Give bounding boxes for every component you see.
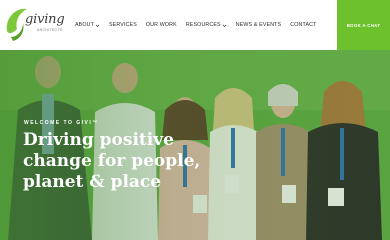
nav-item-label: OUR WORK <box>145 22 177 28</box>
site-header: giving ARCHITECTS ABOUT SERVICES OUR WOR… <box>0 0 390 50</box>
hero-section: WELCOME TO GIVI™ Driving positive change… <box>0 50 390 240</box>
brand-tagline: ARCHITECTS <box>37 28 63 32</box>
hero-eyebrow: WELCOME TO GIVI™ <box>24 120 99 126</box>
nav-item-label: NEWS & EVENTS <box>235 22 282 28</box>
hero-headline: Driving positive change for people, plan… <box>23 130 201 192</box>
nav-item-contact[interactable]: CONTACT <box>290 22 316 28</box>
book-a-chat-button[interactable]: BOOK A CHAT <box>337 0 390 50</box>
nav-item-label: ABOUT <box>75 22 94 28</box>
main-navigation: ABOUT SERVICES OUR WORK RESOURCES NEWS &… <box>75 0 317 50</box>
nav-item-services[interactable]: SERVICES <box>109 22 137 28</box>
nav-item-news-events[interactable]: NEWS & EVENTS <box>236 22 282 28</box>
chevron-down-icon <box>95 24 100 27</box>
nav-item-resources[interactable]: RESOURCES <box>186 22 227 28</box>
nav-item-our-work[interactable]: OUR WORK <box>146 22 177 28</box>
brand-name: giving <box>25 12 65 27</box>
brand-logo[interactable]: giving ARCHITECTS <box>3 3 67 45</box>
nav-item-about[interactable]: ABOUT <box>75 22 100 28</box>
chevron-down-icon <box>222 24 226 27</box>
nav-item-label: RESOURCES <box>185 22 221 28</box>
nav-item-label: CONTACT <box>290 22 317 28</box>
nav-item-label: SERVICES <box>109 22 137 28</box>
